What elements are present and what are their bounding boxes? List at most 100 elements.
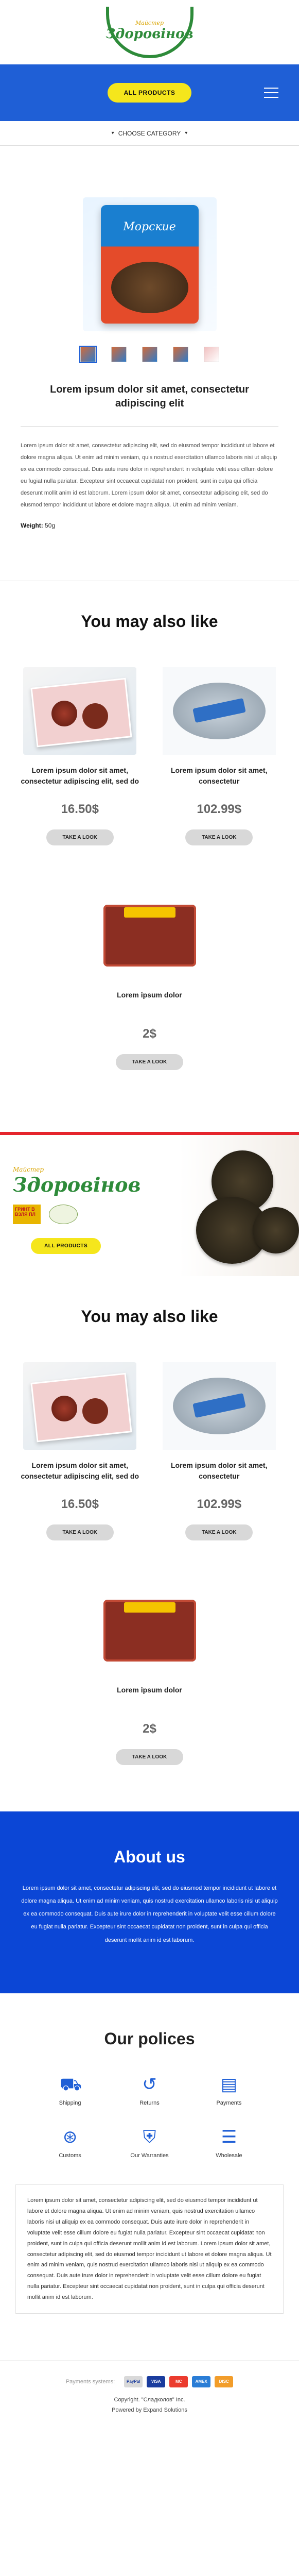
chevron-down-icon: ▾ [185,130,188,136]
discover-icon: DISC [215,2376,234,2387]
product-thumbnail[interactable] [111,347,127,362]
banner-all-products-button[interactable]: ALL PRODUCTS [31,1238,101,1254]
amex-icon: AMEX [192,2376,211,2387]
product-name[interactable]: Lorem ipsum dolor sit amet, consectetur [152,765,286,787]
product-thumbnails [21,346,278,363]
policy-item-payments[interactable]: ▤ Payments [190,2074,268,2106]
product-card: Lorem ipsum dolor 2$ TAKE A LOOK [83,891,217,1070]
policy-item-warranties[interactable]: ⛨ Our Warranties [110,2127,188,2159]
product-thumbnail[interactable] [172,347,188,362]
category-selector[interactable]: ▾ CHOOSE CATEGORY ▾ [0,121,299,146]
product-card: Lorem ipsum dolor sit amet, consectetur … [13,1362,147,1540]
product-description: Lorem ipsum dolor sit amet, consectetur … [21,443,277,509]
chevron-down-icon: ▾ [111,130,114,136]
product-image[interactable] [93,1586,206,1674]
policy-label: Payments [216,2100,242,2107]
section-title: You may also like [81,1307,218,1326]
product-image[interactable] [93,891,206,979]
product-package-image: Морские [100,205,199,324]
weight-label: Weight: [21,521,43,529]
shield-check-icon: ⛨ [143,2127,156,2147]
policy-label: Shipping [59,2100,81,2107]
product-name[interactable]: Lorem ipsum dolor sit amet, consectetur [152,1460,286,1482]
product-grid: Lorem ipsum dolor sit amet, consectetur … [10,667,289,1116]
payment-systems: Payments systems: PayPal VISA MC AMEX DI… [21,2376,278,2387]
logo-bar: Майстер Здоровінов [0,0,299,64]
package-label: Морские [123,221,176,233]
section-title: You may also like [81,612,218,631]
product-name[interactable]: Lorem ipsum dolor sit amet, consectetur … [13,1460,147,1482]
product-title: Lorem ipsum dolor sit amet, consectetur … [50,384,249,409]
product-card: Lorem ipsum dolor sit amet, consectetur … [13,667,147,845]
take-a-look-button[interactable]: TAKE A LOOK [46,1524,114,1540]
product-image[interactable] [162,667,276,755]
hamburger-menu-icon[interactable] [264,88,278,98]
page: Майстер Здоровінов ALL PRODUCTS ▾ CHOOSE… [0,0,299,2434]
policy-item-wholesale[interactable]: ☰ Wholesale [190,2127,268,2159]
policy-item-customs[interactable]: ⊛ Customs [31,2127,109,2159]
footer: Payments systems: PayPal VISA MC AMEX DI… [0,2360,299,2434]
banner-logo-big: Здоровінов [13,1173,141,1196]
mastercard-icon: MC [169,2376,188,2387]
product-name[interactable]: Lorem ipsum dolor [83,1685,217,1706]
policy-item-returns[interactable]: ↺ Returns [110,2074,188,2106]
promo-badge: ГРИНТ В ВЗЛЯ ПЛ [13,1204,41,1224]
product-thumbnail[interactable] [79,346,97,363]
product-name[interactable]: Lorem ipsum dolor sit amet, consectetur … [13,765,147,787]
product-card: Lorem ipsum dolor sit amet, consectetur … [152,1362,286,1540]
policy-label: Customs [59,2153,81,2159]
brand-logo[interactable]: Майстер Здоровінов [105,6,194,58]
product-card: Lorem ipsum dolor 2$ TAKE A LOOK [83,1586,217,1765]
promo-banner: Майстер Здоровінов ГРИНТ В ВЗЛЯ ПЛ ALL P… [0,1131,299,1276]
product-price: 16.50$ [61,802,99,816]
banner-logo-small: Майстер [13,1165,44,1173]
policy-label: Our Warranties [130,2153,169,2159]
product-price: 2$ [143,1026,156,1041]
take-a-look-button[interactable]: TAKE A LOOK [115,1054,184,1070]
policy-item-shipping[interactable]: ⛟ Shipping [31,2074,109,2106]
product-image[interactable] [23,667,137,755]
weight-value: 50g [45,521,56,529]
truck-icon: ⛟ [60,2075,82,2095]
payment-label: Payments systems: [65,2378,115,2385]
copyright: Copyright. "Сладколов" Inc. [114,2396,185,2403]
banner-food-image [196,1150,299,1264]
product-details: Морские Lorem ipsum dolor sit amet, cons… [0,146,299,550]
product-price: 16.50$ [61,1497,99,1511]
about-text: Lorem ipsum dolor sit amet, consectetur … [21,1885,278,1943]
divider [21,426,278,427]
take-a-look-button[interactable]: TAKE A LOOK [185,1524,253,1540]
take-a-look-button[interactable]: TAKE A LOOK [115,1749,184,1765]
product-card: Lorem ipsum dolor sit amet, consectetur … [152,667,286,845]
policies-grid: ⛟ Shipping ↺ Returns ▤ Payments ⊛ Custom… [15,2074,284,2179]
product-thumbnail[interactable] [142,347,157,362]
category-selector-label: CHOOSE CATEGORY [118,129,181,137]
all-products-button[interactable]: ALL PRODUCTS [107,83,192,103]
take-a-look-button[interactable]: TAKE A LOOK [46,829,114,845]
policy-label: Returns [139,2100,160,2107]
stack-icon: ☰ [221,2127,237,2147]
about-title: About us [114,1847,185,1866]
product-weight: Weight: 50g [21,522,278,529]
product-price: 2$ [143,1721,156,1736]
about-section: About us Lorem ipsum dolor sit amet, con… [0,1811,299,1994]
product-image[interactable] [23,1362,137,1450]
product-price: 102.99$ [197,802,242,816]
product-main-image[interactable]: Морские [82,197,217,331]
quality-seal-icon [49,1204,78,1224]
policies-title: Our polices [104,2029,195,2048]
customs-icon: ⊛ [62,2127,78,2147]
policy-label: Wholesale [216,2153,242,2159]
product-name[interactable]: Lorem ipsum dolor [83,990,217,1011]
take-a-look-button[interactable]: TAKE A LOOK [185,829,253,845]
visa-icon: VISA [147,2376,166,2387]
related-products-section: You may also like Lorem ipsum dolor sit … [0,581,299,1116]
return-box-icon: ↺ [142,2075,157,2095]
powered-by[interactable]: Powered by Expand Solutions [21,2407,278,2413]
banner-logo: Майстер Здоровінов [13,1166,140,1196]
product-image[interactable] [162,1362,276,1450]
paypal-icon: PayPal [124,2376,143,2387]
product-thumbnail[interactable] [203,347,219,362]
policies-section: Our polices ⛟ Shipping ↺ Returns ▤ Payme… [0,1993,299,2360]
product-price: 102.99$ [197,1497,242,1511]
